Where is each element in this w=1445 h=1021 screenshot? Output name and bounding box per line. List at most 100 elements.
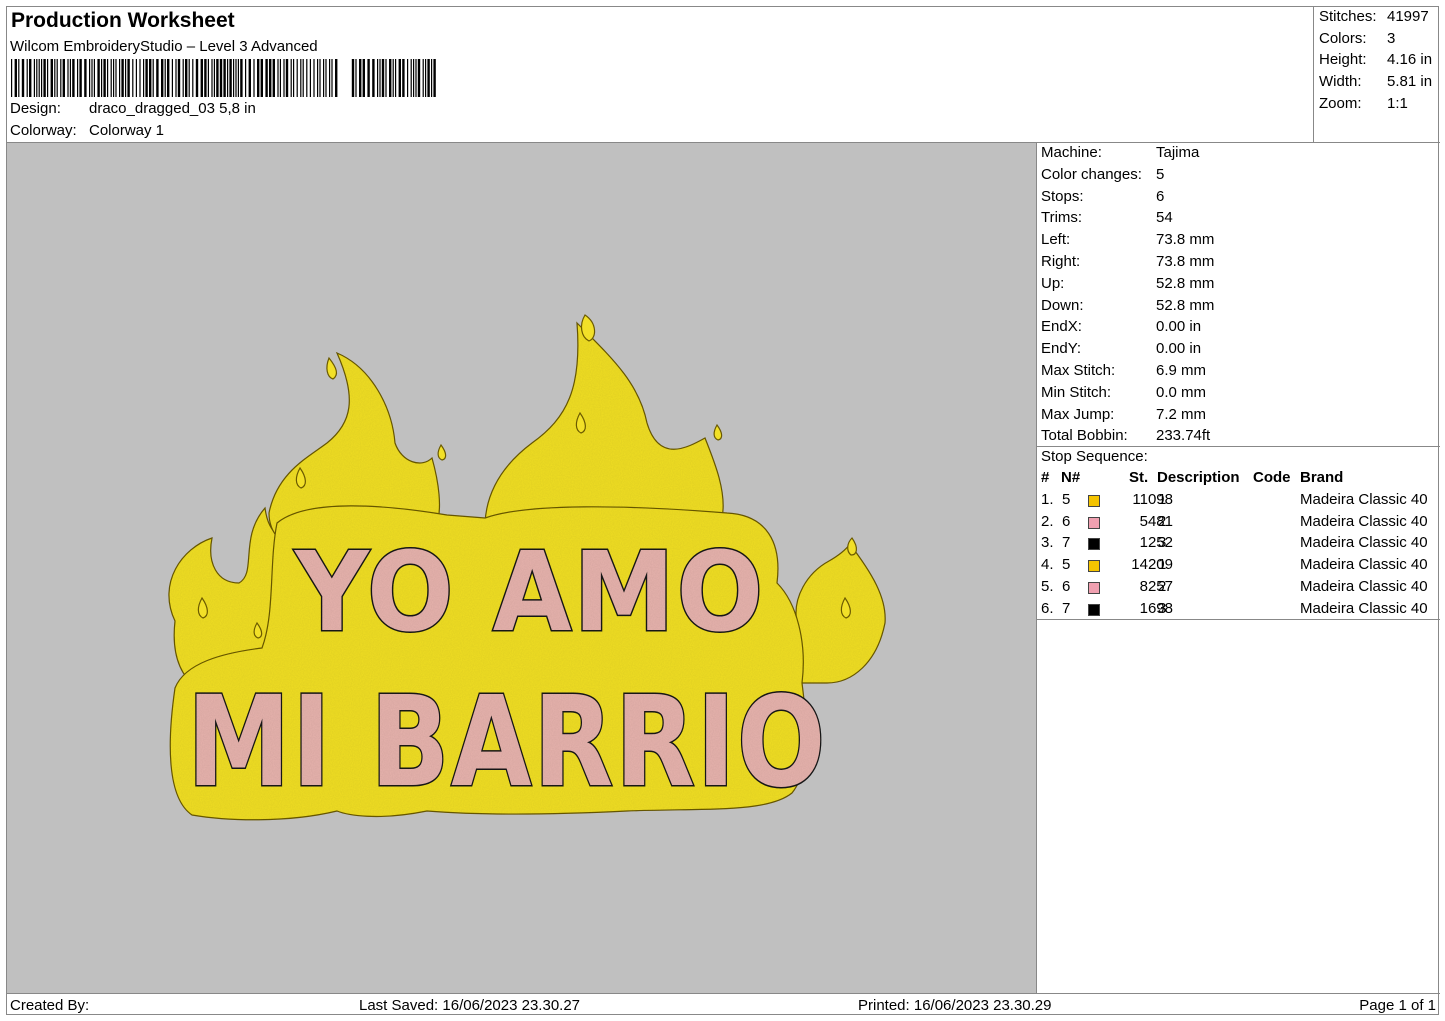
- barcode-bar: [107, 59, 109, 97]
- col-needle: N#: [1061, 469, 1081, 486]
- row-stitches: 1698: [1139, 599, 1173, 617]
- barcode-bar: [335, 59, 338, 97]
- machine-info-label: Left:: [1041, 231, 1071, 249]
- thread-color-swatch: [1088, 538, 1100, 551]
- embroidery-design: YO AMO MI BARRIO: [168, 314, 886, 821]
- barcode-bar: [415, 59, 417, 97]
- barcode-bar: [277, 59, 279, 97]
- barcode-bar: [132, 59, 134, 97]
- barcode-bar: [204, 59, 207, 97]
- barcode-bar: [195, 59, 199, 97]
- machine-info-row: Min Stitch: 0.0 mm: [1041, 384, 1206, 405]
- thread-color-swatch: [1088, 495, 1100, 507]
- barcode-bar: [149, 59, 152, 97]
- barcode-bar: [323, 59, 325, 97]
- flame-drop: [847, 537, 857, 556]
- col-stitches: St.: [1129, 469, 1149, 486]
- barcode-bar: [56, 59, 58, 97]
- width-row: Width: 5.81 in: [1319, 73, 1432, 90]
- barcode-bar: [29, 59, 32, 97]
- machine-info-row: Max Stitch: 6.9 mm: [1041, 362, 1206, 383]
- row-brand: Madeira Classic 40: [1300, 491, 1428, 508]
- zoom-value: 1:1: [1387, 95, 1408, 112]
- barcode-bar: [283, 59, 285, 97]
- barcode-bar: [175, 59, 177, 97]
- barcode-bar: [41, 59, 43, 97]
- design-text-line1: YO AMO: [293, 528, 765, 656]
- barcode-bar: [313, 59, 315, 97]
- barcode-bar: [115, 59, 117, 97]
- barcode-bar: [54, 59, 56, 97]
- barcode-bar: [422, 59, 424, 97]
- col-code: Code: [1253, 469, 1291, 486]
- barcode-bar: [433, 59, 436, 97]
- last-saved: Last Saved: 16/06/2023 23.30.27: [359, 997, 581, 1014]
- machine-info-row: Up: 52.8 mm: [1041, 275, 1214, 296]
- row-description: 3: [1158, 534, 1167, 552]
- row-needle: 7: [1062, 534, 1071, 552]
- machine-info-row: EndX: 0.00 in: [1041, 318, 1201, 339]
- barcode-bar: [248, 59, 251, 97]
- barcode-bar: [89, 59, 91, 97]
- barcode-bar: [296, 59, 298, 97]
- machine-info-value: 6.9 mm: [1156, 362, 1207, 379]
- width-label: Width:: [1319, 73, 1362, 90]
- machine-info-value: 0.00 in: [1156, 318, 1202, 336]
- worksheet-header: Production Worksheet Wilcom EmbroiderySt…: [7, 7, 1314, 143]
- barcode-bar: [253, 59, 255, 97]
- barcode-bar: [385, 59, 387, 97]
- barcode-bar: [97, 59, 100, 97]
- printed-date: Printed: 16/06/2023 23.30.29: [858, 997, 1052, 1014]
- barcode-bar: [331, 59, 333, 97]
- row-num: 1.: [1041, 491, 1054, 508]
- barcode-bar: [319, 59, 321, 97]
- barcode-bar: [279, 59, 281, 97]
- barcode-bar: [77, 59, 79, 97]
- row-num: 6.: [1041, 599, 1054, 617]
- colorway-label: Colorway:: [10, 122, 77, 139]
- barcode-bar: [233, 59, 235, 97]
- machine-info-value: 73.8 mm: [1156, 231, 1215, 249]
- barcode-bar: [372, 59, 375, 97]
- design-preview[interactable]: YO AMO MI BARRIO: [7, 143, 1037, 993]
- row-needle: 7: [1062, 599, 1071, 617]
- machine-info-row: Stops: 6: [1041, 188, 1164, 209]
- height-value: 4.16 in: [1387, 51, 1433, 68]
- machine-info-row: Down: 52.8 mm: [1041, 297, 1214, 318]
- barcode-bar: [402, 59, 405, 97]
- row-needle: 5: [1062, 491, 1071, 508]
- barcode-bar: [127, 59, 130, 97]
- barcode-bar: [152, 59, 154, 97]
- machine-info-value: 54: [1156, 209, 1173, 227]
- barcode-bar: [21, 59, 25, 97]
- barcode-bar: [161, 59, 164, 97]
- barcode-bar: [431, 59, 433, 97]
- barcode-bar: [62, 59, 65, 97]
- barcode-bar: [145, 59, 148, 97]
- barcode-bar: [395, 59, 397, 97]
- barcode-bar: [113, 59, 115, 97]
- height-row: Height: 4.16 in: [1319, 51, 1432, 68]
- barcode-bar: [272, 59, 275, 97]
- row-num: 3.: [1041, 534, 1054, 552]
- row-stitches: 1252: [1139, 534, 1173, 552]
- barcode-bar: [103, 59, 106, 97]
- machine-info-label: Max Jump:: [1041, 405, 1115, 423]
- right-flame: [795, 539, 886, 684]
- barcode-bar: [285, 59, 289, 97]
- machine-info-label: Max Stitch:: [1041, 362, 1116, 379]
- stop-sequence-title: Stop Sequence:: [1041, 448, 1148, 465]
- row-stitches: 11098: [1132, 491, 1173, 508]
- stitches-row: Stitches: 41997: [1319, 8, 1429, 25]
- barcode-bar: [185, 59, 188, 97]
- machine-info-label: Min Stitch:: [1041, 383, 1112, 401]
- zoom-row: Zoom: 1:1: [1319, 95, 1408, 112]
- machine-info-label: Color changes:: [1041, 165, 1142, 183]
- machine-info-value: 7.2 mm: [1156, 405, 1207, 423]
- row-description: 2: [1158, 577, 1167, 595]
- row-needle: 6: [1062, 577, 1071, 595]
- table-row: 5. 6 8257 2 Madeira Classic 40: [1037, 578, 1440, 599]
- row-brand: Madeira Classic 40: [1300, 599, 1428, 617]
- machine-info-value: 6: [1156, 187, 1165, 205]
- row-needle: 5: [1062, 556, 1071, 574]
